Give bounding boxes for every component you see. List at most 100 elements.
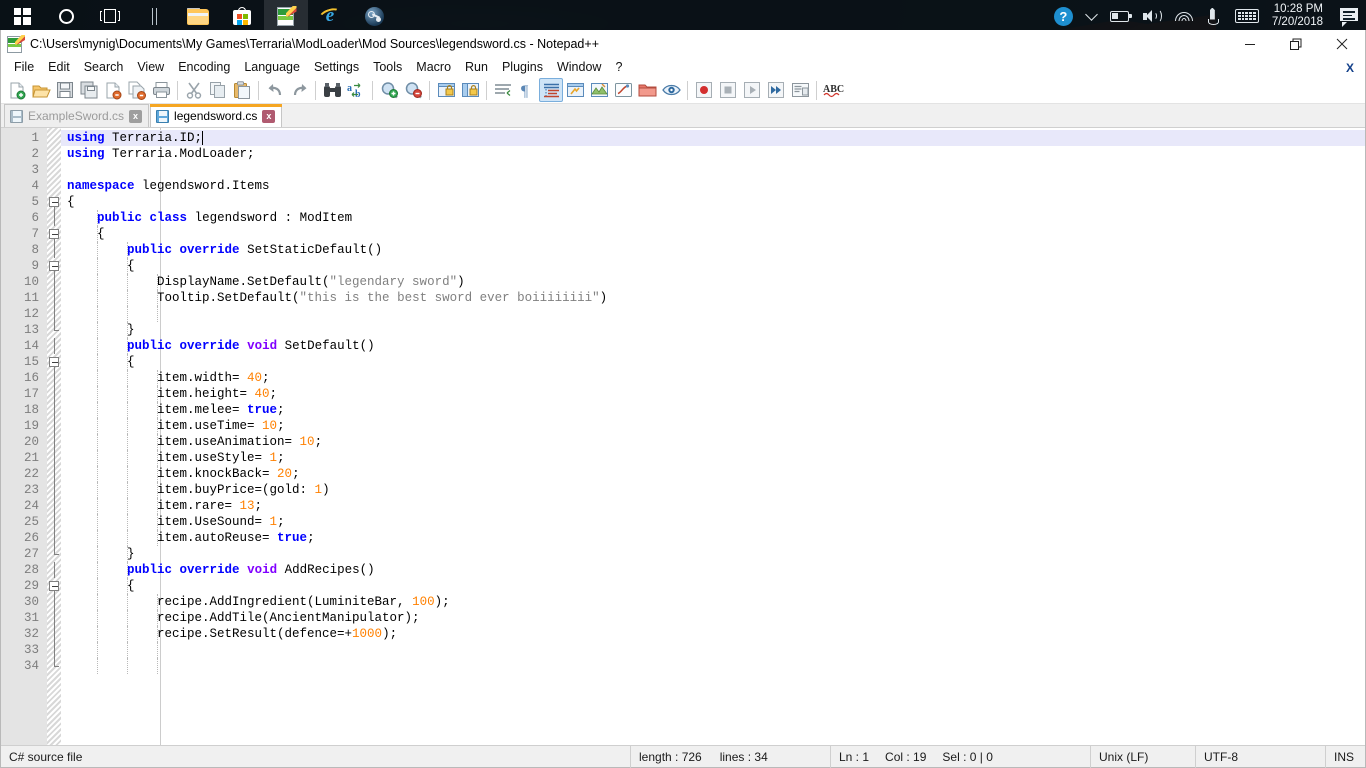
volume-button[interactable] (1136, 0, 1168, 32)
menu-plugins[interactable]: Plugins (495, 58, 550, 77)
spell-check-button[interactable]: ABC (821, 78, 845, 102)
fold-row[interactable] (47, 258, 61, 274)
code-line[interactable]: item.width= 40; (61, 370, 1365, 386)
cortana-button[interactable] (44, 0, 88, 32)
fold-row[interactable] (47, 658, 61, 674)
code-line[interactable]: { (61, 194, 1365, 210)
tab-close-icon[interactable]: x (129, 109, 143, 123)
zoom-out-button[interactable] (401, 78, 425, 102)
fold-collapse-icon[interactable] (49, 229, 59, 239)
fold-collapse-icon[interactable] (49, 581, 59, 591)
fold-row[interactable] (47, 482, 61, 498)
user-defined-dialog-button[interactable] (563, 78, 587, 102)
fold-row[interactable] (47, 642, 61, 658)
fold-row[interactable] (47, 354, 61, 370)
fold-row[interactable] (47, 594, 61, 610)
code-line[interactable]: } (61, 546, 1365, 562)
status-eol-format[interactable]: Unix (LF) (1091, 745, 1196, 768)
fold-row[interactable] (47, 562, 61, 578)
code-line[interactable]: item.knockBack= 20; (61, 466, 1365, 482)
zoom-in-button[interactable] (377, 78, 401, 102)
close-button[interactable] (1319, 30, 1365, 58)
fold-row[interactable] (47, 226, 61, 242)
code-line[interactable]: using Terraria.ID; (61, 130, 1365, 146)
function-list-button[interactable] (611, 78, 635, 102)
monitoring-button[interactable] (659, 78, 683, 102)
save-all-button[interactable] (77, 78, 101, 102)
tab-examplesword[interactable]: ExampleSword.cs x (4, 104, 150, 127)
fold-row[interactable] (47, 546, 61, 562)
code-line[interactable]: namespace legendsword.Items (61, 178, 1365, 194)
fold-row[interactable] (47, 450, 61, 466)
fold-collapse-icon[interactable] (49, 261, 59, 271)
menu-encoding[interactable]: Encoding (171, 58, 237, 77)
fold-row[interactable] (47, 194, 61, 210)
fold-margin[interactable] (47, 128, 61, 745)
code-line[interactable] (61, 162, 1365, 178)
redo-button[interactable] (287, 78, 311, 102)
sync-vertical-scroll-button[interactable] (434, 78, 458, 102)
code-line[interactable]: Tooltip.SetDefault("this is the best swo… (61, 290, 1365, 306)
fold-row[interactable] (47, 418, 61, 434)
code-line[interactable]: public override void SetDefault() (61, 338, 1365, 354)
fold-row[interactable] (47, 610, 61, 626)
code-line[interactable]: item.rare= 13; (61, 498, 1365, 514)
fold-row[interactable] (47, 530, 61, 546)
code-line[interactable]: { (61, 578, 1365, 594)
battery-button[interactable] (1103, 0, 1136, 32)
status-insert-mode[interactable]: INS (1326, 746, 1362, 768)
code-line[interactable]: item.autoReuse= true; (61, 530, 1365, 546)
save-macro-button[interactable] (788, 78, 812, 102)
code-line[interactable]: item.buyPrice=(gold: 1) (61, 482, 1365, 498)
code-line[interactable]: public override void AddRecipes() (61, 562, 1365, 578)
steam-button[interactable] (352, 0, 396, 32)
code-line[interactable]: { (61, 258, 1365, 274)
code-line[interactable] (61, 658, 1365, 674)
code-line[interactable]: item.UseSound= 1; (61, 514, 1365, 530)
microsoft-store-button[interactable] (220, 0, 264, 32)
fold-row[interactable] (47, 514, 61, 530)
minimize-button[interactable] (1227, 30, 1273, 58)
undo-button[interactable] (263, 78, 287, 102)
fold-row[interactable] (47, 162, 61, 178)
code-line[interactable]: { (61, 354, 1365, 370)
fold-row[interactable] (47, 146, 61, 162)
start-button[interactable] (0, 0, 44, 32)
code-line[interactable]: item.useStyle= 1; (61, 450, 1365, 466)
fold-row[interactable] (47, 370, 61, 386)
code-line[interactable]: recipe.AddTile(AncientManipulator); (61, 610, 1365, 626)
code-line[interactable] (61, 306, 1365, 322)
menu-tools[interactable]: Tools (366, 58, 409, 77)
print-button[interactable] (149, 78, 173, 102)
touch-keyboard-button[interactable] (1228, 0, 1266, 32)
task-view-button[interactable] (88, 0, 132, 32)
menu-search[interactable]: Search (77, 58, 131, 77)
fold-row[interactable] (47, 210, 61, 226)
code-line[interactable]: public override SetStaticDefault() (61, 242, 1365, 258)
stop-recording-button[interactable] (716, 78, 740, 102)
menu-file[interactable]: File (7, 58, 41, 77)
run-macro-multiple-button[interactable] (764, 78, 788, 102)
code-line[interactable]: item.useAnimation= 10; (61, 434, 1365, 450)
code-line[interactable] (61, 642, 1365, 658)
code-line[interactable]: item.height= 40; (61, 386, 1365, 402)
code-line[interactable]: { (61, 226, 1365, 242)
open-file-button[interactable] (29, 78, 53, 102)
fold-row[interactable] (47, 498, 61, 514)
code-line[interactable]: recipe.SetResult(defence=+1000); (61, 626, 1365, 642)
fold-row[interactable] (47, 322, 61, 338)
notepadpp-taskbar-button[interactable] (264, 0, 308, 32)
fold-row[interactable] (47, 578, 61, 594)
code-line[interactable]: item.useTime= 10; (61, 418, 1365, 434)
tab-close-icon[interactable]: x (262, 109, 276, 123)
help-button[interactable]: ? (1047, 0, 1080, 32)
fold-row[interactable] (47, 290, 61, 306)
save-button[interactable] (53, 78, 77, 102)
action-center-button[interactable] (1333, 0, 1366, 32)
document-map-button[interactable] (587, 78, 611, 102)
pen-button[interactable] (1200, 0, 1228, 32)
fold-row[interactable] (47, 242, 61, 258)
cut-button[interactable] (182, 78, 206, 102)
sync-horizontal-scroll-button[interactable] (458, 78, 482, 102)
menu-run[interactable]: Run (458, 58, 495, 77)
